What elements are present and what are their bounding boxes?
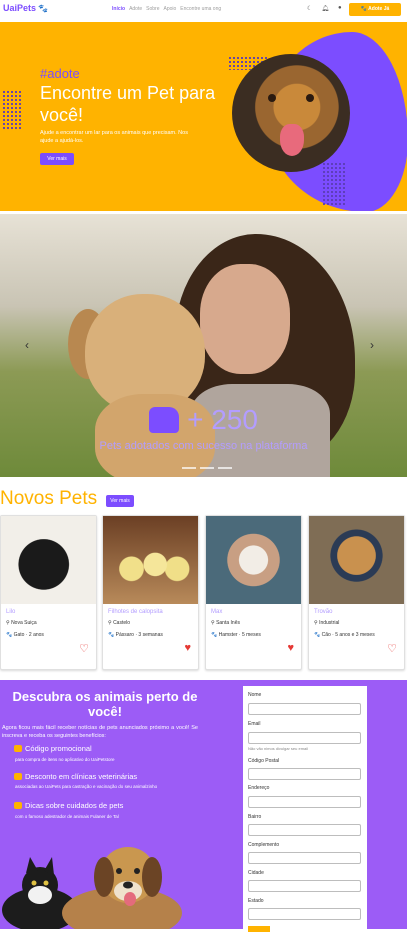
carousel-indicators[interactable] — [182, 467, 232, 469]
paw-icon: 🐾 — [108, 632, 115, 638]
pet-card[interactable]: Lilo ⚲ Nova Suiça 🐾 Gato · 2 anos ♡ — [0, 515, 97, 670]
neighborhood-field[interactable] — [248, 824, 361, 836]
tag-icon — [14, 745, 22, 752]
paw-icon: 🐾 — [211, 632, 218, 638]
field-label: Email — [248, 721, 261, 727]
dot-pattern — [2, 90, 22, 130]
field-label: Bairro — [248, 814, 262, 820]
field-label: Endereço — [248, 785, 270, 791]
nav-link-adote[interactable]: Adote — [129, 6, 142, 12]
field-label: Estado — [248, 898, 264, 904]
bell-icon[interactable]: 🔔︎ — [321, 5, 329, 12]
paw-icon: 🐾 — [38, 4, 48, 13]
hero-more-button[interactable]: Ver mais — [40, 153, 74, 165]
nav-link-ong[interactable]: Encontre uma ong — [180, 6, 221, 12]
pet-name[interactable]: Trovão — [314, 609, 332, 615]
syringe-icon — [14, 773, 22, 780]
email-field[interactable] — [248, 732, 361, 744]
pet-photo — [1, 516, 96, 604]
adopted-count: + 250 — [187, 404, 258, 435]
pin-icon: ⚲ — [6, 620, 10, 626]
user-icon[interactable]: ● — [338, 5, 342, 12]
favorite-icon[interactable]: ♥ — [287, 642, 294, 654]
pet-photo — [103, 516, 198, 604]
name-field[interactable] — [248, 703, 361, 715]
pet-info: 🐾 Pássaro · 3 semanas — [108, 632, 163, 638]
favorite-icon[interactable]: ♥ — [184, 642, 191, 654]
pin-icon: ⚲ — [314, 620, 318, 626]
hero-text: Ajude a encontrar um lar para os animais… — [40, 130, 188, 144]
new-pets-more-button[interactable]: Ver mais — [106, 495, 134, 507]
adopt-now-button[interactable]: 🐾 Adote Já — [349, 3, 401, 16]
benefit-detail: com o famoso adestrador de animais Fulan… — [15, 814, 119, 819]
signup-form: Nome Email Não vão nimos divulgar seu em… — [243, 686, 367, 932]
pet-name[interactable]: Lilo — [6, 609, 15, 615]
pet-card[interactable]: Max ⚲ Santa Inês 🐾 Hamster · 5 meses ♥ — [205, 515, 302, 670]
nav-link-sobre[interactable]: Sobre — [146, 6, 159, 12]
hero-hashtag: #adote — [40, 66, 80, 81]
nav-icons: ☾ 🔔︎ ● — [307, 5, 342, 12]
pet-location: ⚲ Santa Inês — [211, 620, 240, 626]
email-hint: Não vão nimos divulgar seu email — [248, 746, 309, 751]
pet-card[interactable]: Filhotes de calopsita ⚲ Castelo 🐾 Pássar… — [102, 515, 199, 670]
brand-logo[interactable]: UaiPets 🐾 — [3, 3, 48, 13]
pet-location: ⚲ Nova Suiça — [6, 620, 37, 626]
favorite-icon[interactable]: ♡ — [387, 642, 397, 655]
hero-banner: #adote Encontre um Pet para você! Ajude … — [0, 22, 407, 211]
dot-pattern — [322, 162, 346, 206]
navbar: UaiPets 🐾 Início Adote Sobre Apoio Encont… — [0, 0, 407, 20]
dog-icon — [149, 407, 180, 433]
nav-link-apoio[interactable]: Apoio — [163, 6, 176, 12]
adopted-subtitle: Pets adotados com sucesso na plataforma — [99, 440, 308, 452]
pin-icon: ⚲ — [108, 620, 112, 626]
paw-icon — [14, 802, 22, 809]
field-label: Complemento — [248, 842, 280, 848]
pet-card[interactable]: Trovão ⚲ Industrial 🐾 Cão · 5 anos e 3 m… — [308, 515, 405, 670]
paw-icon: 🐾 — [314, 632, 321, 638]
submit-button[interactable] — [248, 926, 270, 932]
chevron-right-icon[interactable]: › — [370, 338, 374, 352]
pet-name[interactable]: Max — [211, 609, 222, 615]
section-title: Novos Pets — [0, 488, 98, 509]
benefit-title: Dicas sobre cuidados de pets — [14, 801, 123, 810]
chevron-left-icon[interactable]: ‹ — [25, 338, 29, 352]
cta-intro: Agora ficou mais fácil receber notícias … — [2, 725, 198, 739]
adoption-carousel: ‹ › + 250 Pets adotados com sucesso na p… — [0, 214, 407, 477]
pet-photo — [206, 516, 301, 604]
nav-link-inicio[interactable]: Início — [112, 6, 125, 12]
benefit-detail: associadas ao UaiPets para castração e v… — [15, 784, 158, 789]
nav-links: Início Adote Sobre Apoio Encontre uma on… — [112, 6, 221, 12]
pin-icon: ⚲ — [211, 620, 215, 626]
cta-title: Descubra os animais perto de você! — [12, 689, 198, 719]
pet-cards: Lilo ⚲ Nova Suiça 🐾 Gato · 2 anos ♡ Filh… — [0, 515, 407, 670]
state-field[interactable] — [248, 908, 361, 920]
hero-title: Encontre um Pet para você! — [40, 83, 216, 125]
pet-photo — [309, 516, 404, 604]
paw-icon: 🐾 — [6, 632, 13, 638]
field-label: Nome — [248, 692, 262, 698]
pet-location: ⚲ Industrial — [314, 620, 340, 626]
pet-location: ⚲ Castelo — [108, 620, 131, 626]
benefit-title: Desconto em clínicas veterinárias — [14, 772, 137, 781]
pet-info: 🐾 Gato · 2 anos — [6, 632, 44, 638]
field-label: Código Postal — [248, 758, 280, 764]
address-field[interactable] — [248, 796, 361, 808]
field-label: Cidade — [248, 870, 264, 876]
cat-and-dog-image — [2, 847, 182, 929]
hero-dog-image — [232, 54, 350, 172]
postal-code-field[interactable] — [248, 768, 361, 780]
benefit-detail: para compra de itens no aplicativo do Ua… — [15, 757, 115, 762]
complement-field[interactable] — [248, 852, 361, 864]
pet-info: 🐾 Cão · 5 anos e 3 meses — [314, 632, 375, 638]
city-field[interactable] — [248, 880, 361, 892]
benefit-title: Código promocional — [14, 744, 92, 753]
moon-icon[interactable]: ☾ — [307, 5, 312, 12]
pet-info: 🐾 Hamster · 5 meses — [211, 632, 261, 638]
favorite-icon[interactable]: ♡ — [79, 642, 89, 655]
carousel-caption: + 250 Pets adotados com sucesso na plata… — [0, 404, 407, 452]
pet-name[interactable]: Filhotes de calopsita — [108, 609, 163, 615]
paw-icon: 🐾 — [360, 6, 367, 12]
